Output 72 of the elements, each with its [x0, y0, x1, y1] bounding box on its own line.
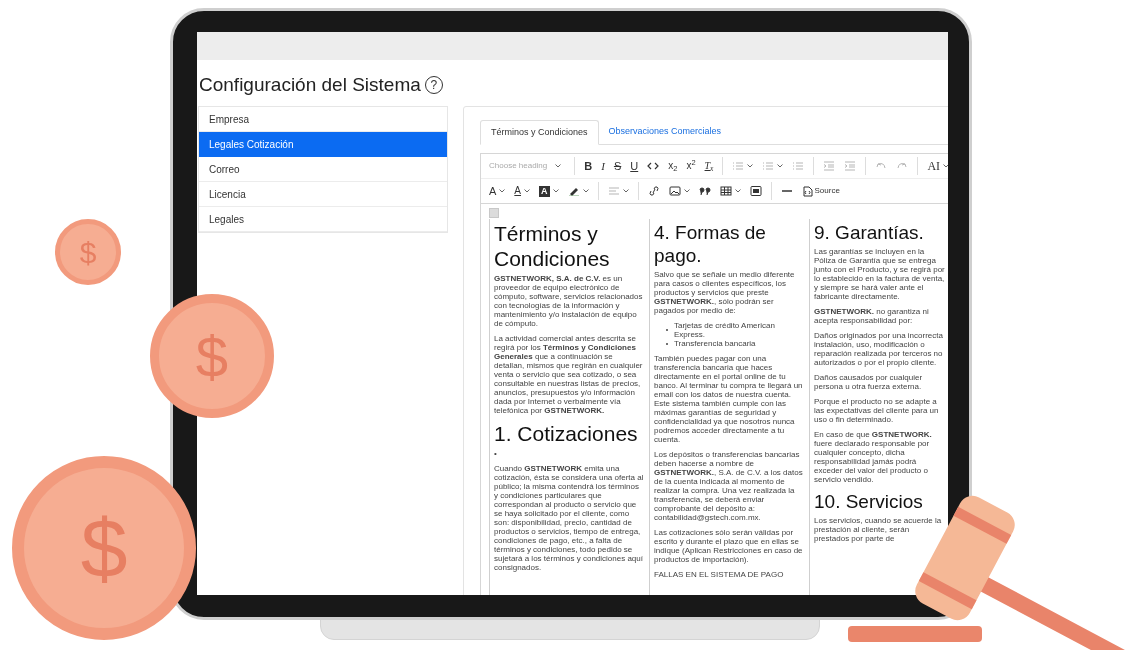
document-paragraph: FALLAS EN EL SISTEMA DE PAGO — [654, 570, 785, 579]
code-icon[interactable] — [647, 161, 660, 171]
outdent-icon[interactable] — [844, 161, 857, 171]
document-paragraph: Las garantías se incluyen en la Póliza de Garantía que se entrega junto con el Producto, y se regirá por lo establecido en la factura de venta, y siempre se hará valer ante el fabricante directamente. — [814, 247, 945, 301]
document-paragraph: En caso de que GSTNETWORK. fuere declarado responsable por cualquier concepto, dicha responsabilidad jamás podrá exceder del valor del producto o servicio vendido. — [814, 430, 933, 484]
document-paragraph: Los depósitos o transferencias bancarias deben hacerse a nombre de GSTNETWORK., S.A. de C.V. a los datos de la cuenta indicada al momento de realizar la compra. Una vez realizada la transferencia, se deberá enviar comprobante del depósito a: contabilidad@gstech.com.mx. — [654, 450, 804, 522]
strikethrough-button[interactable]: S — [613, 160, 622, 172]
media-icon[interactable] — [749, 186, 762, 196]
bullet-list-icon[interactable] — [732, 161, 745, 171]
document-paragraph: Las cotizaciones sólo serán válidas por escrito y durante el plazo que en ellas se indique (Aplican Restricciones en caso de productos de importación). — [654, 528, 804, 564]
document-paragraph: Daños originados por una incorrecta instalación, uso, modificación o reparación realizada por terceros no autorizados o por el propio cliente. — [814, 331, 944, 367]
todo-list-icon[interactable] — [792, 161, 805, 171]
document-paragraph: Porque el producto no se adapte a las expectativas del cliente para un uso o fin determinado. — [814, 397, 940, 424]
link-icon[interactable] — [647, 186, 660, 196]
source-button[interactable]: Source — [801, 185, 840, 197]
caret-icon — [747, 164, 754, 168]
document-paragraph: Los servicios, cuando se acuerde la prestación al cliente, serán prestados por parte de — [814, 516, 943, 543]
document-paragraph: Daños causados por cualquier persona u otra fuerza externa. — [814, 373, 924, 391]
redo-icon[interactable] — [896, 161, 909, 171]
document-paragraph: GSTNETWORK. no garantiza ni acepta responsabilidad por: — [814, 307, 930, 325]
caret-icon — [582, 189, 589, 193]
sidebar-item[interactable]: Legales — [199, 207, 447, 232]
underline-button[interactable]: U — [630, 160, 639, 172]
remove-format-button[interactable]: T$_{x}$ — [704, 161, 714, 171]
quote-icon[interactable] — [698, 186, 711, 196]
table-handle-icon[interactable] — [489, 208, 499, 218]
caret-icon — [734, 189, 741, 193]
caret-icon — [777, 164, 784, 168]
image-icon[interactable] — [668, 186, 681, 196]
subscript-button[interactable]: x$_{2}$ — [668, 161, 678, 171]
page-title: Configuración del Sistema — [199, 72, 421, 97]
numbered-list-icon[interactable] — [762, 161, 775, 171]
caret-icon — [524, 189, 530, 193]
bold-button[interactable]: B — [584, 160, 593, 172]
source-icon — [801, 185, 813, 197]
document-heading: Términos y Condiciones — [494, 221, 611, 271]
tab[interactable]: Términos y Condiciones — [480, 120, 599, 145]
superscript-button[interactable]: x$^{2}$ — [686, 161, 696, 171]
list-item: Transferencia bancaria — [674, 339, 756, 348]
italic-button[interactable]: I — [601, 160, 605, 172]
font-family-button[interactable]: AI — [927, 160, 941, 172]
sidebar-item[interactable]: Legales Cotización — [199, 132, 447, 157]
coin-drawing: $ — [12, 456, 196, 640]
document-heading: 10. Servicios — [814, 490, 924, 513]
indent-icon[interactable] — [823, 161, 836, 171]
font-color-button[interactable]: A — [514, 186, 521, 196]
document-paragraph: También puedes pagar con una transferencia bancaria que haces directamente en el portal online de tu banco. Al terminar tu compra te llegará un email con los datos de nuestra cuenta. Este sistema también cumple con las máximas garantías de seguridad y confidencialidad ya que nosotros nunca podremos acceder directamente a tu cuenta. — [654, 354, 804, 444]
document-heading: 9. Garantías. — [814, 221, 925, 244]
highlighter-icon[interactable] — [567, 186, 580, 196]
sidebar-item[interactable]: Licencia — [199, 182, 447, 207]
caret-icon — [622, 189, 629, 193]
tab[interactable]: Observaciones Comerciales — [598, 119, 732, 144]
undo-icon[interactable] — [875, 161, 888, 171]
table-icon[interactable] — [719, 186, 732, 196]
font-size-button[interactable]: A — [489, 185, 497, 197]
document-paragraph: GSTNETWORK, S.A. de C.V. es un proveedor de equipo electrónico de cómputo, software, servicios relacionados con tecnologías de la información y mantenimiento y/o instalación de equipo de cómputo. — [494, 274, 644, 328]
caret-icon — [555, 164, 562, 168]
document-heading: 4. Formas de pago. — [654, 221, 767, 267]
font-background-button[interactable]: A — [539, 185, 550, 197]
caret-icon — [683, 189, 690, 193]
align-icon[interactable] — [607, 186, 620, 196]
document-paragraph: Salvo que se señale un medio diferente para casos o clientes específicos, los productos y servicios que preste GSTNETWORK., sólo podrán ser pagados por medio de: — [654, 270, 796, 315]
caret-icon — [552, 189, 559, 193]
sidebar-item[interactable]: Correo — [199, 157, 447, 182]
document-paragraph: • — [494, 449, 498, 458]
document-heading: 1. Cotizaciones — [494, 421, 639, 446]
document-paragraph: La actividad comercial antes descrita se regirá por los Términos y Condiciones Generales que a continuación se detallan, mismos que regirán en cualquier venta o servicio que sea cotizado, o sea consultable en nuestras listas de precios, anuncios, presupuestos y/o información dada por Internet o verbalmente vía telefónica por GSTNETWORK. — [494, 334, 644, 415]
caret-icon — [943, 164, 948, 168]
list-item: Tarjetas de crédito American Express. — [673, 321, 776, 339]
caret-icon — [499, 189, 506, 193]
document-paragraph: Cuando GSTNETWORK emita una cotización, ésta se considera una oferta al público; la misma contendrá los términos y condiciones particulares que correspondan al producto o servicio que se haya solicitado por el cliente, como son: disponibilidad, precio, cantidad de productos o servicios, tiempo de entrega, condiciones de pago, etc., a falta de términos y condiciones, todo pedido se sujetará a los términos y condiciones aquí consignados. — [494, 464, 645, 572]
coin-drawing: $ — [55, 219, 121, 285]
